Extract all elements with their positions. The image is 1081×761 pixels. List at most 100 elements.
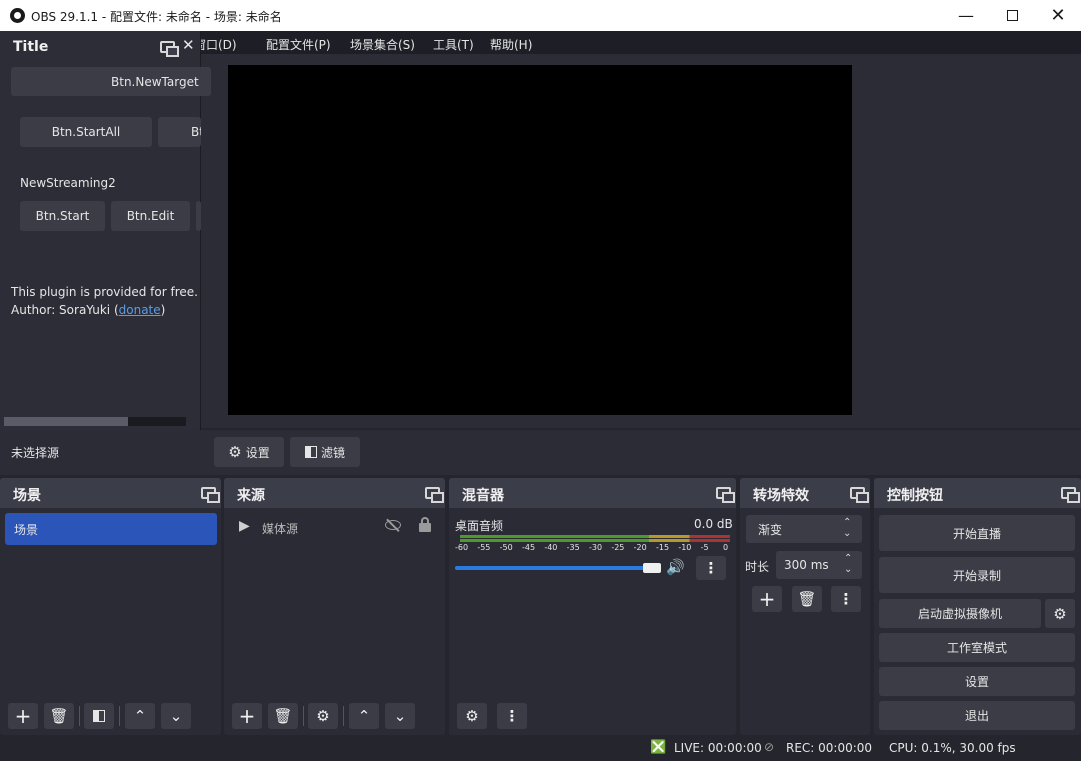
more-vertical-icon: ⋮ [504, 707, 520, 725]
move-scene-down-button[interactable]: ⌄ [161, 703, 191, 729]
add-transition-button[interactable]: + [752, 586, 782, 612]
undock-icon[interactable] [425, 487, 444, 503]
more-vertical-icon: ⋮ [703, 559, 719, 577]
undock-icon[interactable] [1061, 487, 1080, 503]
transition-select[interactable]: 渐变 ⌃ ⌄ [746, 515, 862, 543]
move-scene-up-button[interactable]: ⌃ [125, 703, 155, 729]
studio-mode-button[interactable]: 工作室模式 [879, 633, 1075, 662]
plugin-dock: Title ✕ Btn.NewTarget Btn.StartAll Btn.S… [0, 31, 211, 430]
remove-transition-button[interactable]: 🗑 [792, 586, 822, 612]
filter-icon [304, 446, 317, 458]
dock-undock-icon[interactable] [160, 41, 179, 57]
settings-button[interactable]: 设置 [879, 667, 1075, 696]
source-properties-button[interactable]: ⚙ [308, 703, 338, 729]
status-bar: ❎ LIVE: 00:00:00 ⊘ REC: 00:00:00 CPU: 0.… [0, 735, 1081, 761]
scenes-panel: 场景 场景 + 🗑 ⌃ ⌄ [0, 478, 221, 735]
gear-icon: ⚙ [228, 443, 242, 461]
obs-logo-icon [10, 8, 25, 23]
transition-selected-value: 渐变 [758, 522, 783, 537]
meter-tick-label: -50 [499, 543, 513, 552]
advanced-audio-button[interactable]: ⚙ [457, 703, 487, 729]
meter-tick-label: -40 [544, 543, 558, 552]
exit-button[interactable]: 退出 [879, 701, 1075, 730]
menu-help[interactable]: 帮助(H) [490, 36, 532, 53]
window-title: OBS 29.1.1 - 配置文件: 未命名 - 场景: 未命名 [31, 10, 282, 24]
mixer-title: 混音器 [462, 488, 504, 504]
author-line: Author: SoraYuki (donate) [11, 303, 165, 317]
target-edit-button[interactable]: Btn.Edit [111, 201, 190, 231]
chevron-down-icon: ⌄ [393, 707, 407, 725]
target-name: NewStreaming2 [20, 176, 116, 190]
volume-slider[interactable] [455, 566, 659, 570]
transition-menu-button[interactable]: ⋮ [831, 586, 861, 612]
scene-item[interactable]: 场景 [5, 513, 217, 545]
start-virtual-camera-button[interactable]: 启动虚拟摄像机 [879, 599, 1041, 628]
gear-icon: ⚙ [316, 707, 330, 725]
stop-all-button[interactable]: Btn.StopAll [158, 117, 201, 147]
dock-title: Title [13, 39, 49, 55]
visibility-hidden-icon[interactable] [385, 518, 403, 533]
mixer-menu-button[interactable]: ⋮ [497, 703, 527, 729]
close-button[interactable]: ✕ [1035, 0, 1081, 31]
filters-button[interactable]: 滤镜 [290, 437, 360, 467]
mixer-panel: 混音器 桌面音频 0.0 dB -60 -55 -50 -45 -40 -35 -30 -25… [449, 478, 736, 735]
virtual-camera-settings-button[interactable]: ⚙ [1045, 599, 1075, 628]
start-recording-button[interactable]: 开始录制 [879, 557, 1075, 593]
undock-icon[interactable] [716, 487, 735, 503]
source-item[interactable]: ▶ 媒体源 [229, 513, 441, 541]
scene-filters-button[interactable] [84, 703, 114, 729]
sources-title: 来源 [237, 488, 265, 504]
lock-icon[interactable] [419, 517, 431, 532]
move-source-down-button[interactable]: ⌄ [385, 703, 415, 729]
undock-icon[interactable] [850, 487, 869, 503]
move-source-up-button[interactable]: ⌃ [349, 703, 379, 729]
transitions-panel: 转场特效 渐变 ⌃ ⌄ 时长 300 ms ⌃ ⌄ + 🗑 ⋮ [740, 478, 870, 735]
start-streaming-button[interactable]: 开始直播 [879, 515, 1075, 551]
mixer-header: 混音器 [449, 478, 736, 508]
author-label: Author: SoraYuki ( [11, 303, 119, 317]
play-icon: ▶ [239, 518, 250, 534]
duration-value: 300 ms [784, 558, 829, 572]
window-titlebar: OBS 29.1.1 - 配置文件: 未命名 - 场景: 未命名 — ✕ [0, 0, 1081, 31]
plus-icon: + [758, 587, 776, 611]
duration-spinbox[interactable]: 300 ms ⌃ ⌄ [776, 551, 862, 579]
minimize-button[interactable]: — [943, 0, 989, 31]
speaker-icon[interactable]: 🔊 [666, 558, 685, 576]
separator [343, 706, 344, 726]
add-source-button[interactable]: + [232, 703, 262, 729]
filters-label: 滤镜 [320, 445, 345, 460]
remove-source-button[interactable]: 🗑 [268, 703, 298, 729]
spin-arrows-icon: ⌃ ⌄ [844, 553, 853, 575]
maximize-button[interactable] [989, 0, 1035, 31]
remove-scene-button[interactable]: 🗑 [44, 703, 74, 729]
live-time: LIVE: 00:00:00 [674, 741, 762, 755]
horizontal-scrollbar[interactable] [4, 417, 186, 426]
mixer-track-menu-button[interactable]: ⋮ [696, 556, 726, 580]
mixer-db-value: 0.0 dB [694, 517, 733, 531]
meter-tick-label: -45 [522, 543, 536, 552]
rec-time: REC: 00:00:00 [786, 741, 873, 755]
preview-canvas[interactable] [228, 65, 852, 415]
undock-icon[interactable] [201, 487, 220, 503]
menu-profile[interactable]: 配置文件(P) [266, 36, 331, 53]
meter-tick-label: -35 [566, 543, 580, 552]
start-all-button[interactable]: Btn.StartAll [20, 117, 152, 147]
properties-button[interactable]: ⚙ 设置 [214, 437, 284, 467]
chevron-down-icon: ⌄ [169, 707, 183, 725]
dock-close-icon[interactable]: ✕ [182, 36, 195, 54]
new-target-button[interactable]: Btn.NewTarget [11, 67, 211, 96]
target-more-button[interactable] [196, 201, 201, 231]
meter-tick-label: -10 [678, 543, 692, 552]
separator [303, 706, 304, 726]
volume-slider-handle[interactable] [643, 563, 661, 573]
donate-link[interactable]: donate [119, 303, 161, 317]
menu-scene-collection[interactable]: 场景集合(S) [350, 36, 415, 53]
scrollbar-thumb[interactable] [4, 417, 128, 426]
meter-tick-label: -55 [477, 543, 491, 552]
meter-tick-label: -5 [700, 543, 709, 552]
no-source-label: 未选择源 [11, 446, 60, 460]
add-scene-button[interactable]: + [8, 703, 38, 729]
target-start-button[interactable]: Btn.Start [20, 201, 105, 231]
menu-tools[interactable]: 工具(T) [433, 36, 474, 53]
free-notice: This plugin is provided for free. [11, 285, 198, 299]
